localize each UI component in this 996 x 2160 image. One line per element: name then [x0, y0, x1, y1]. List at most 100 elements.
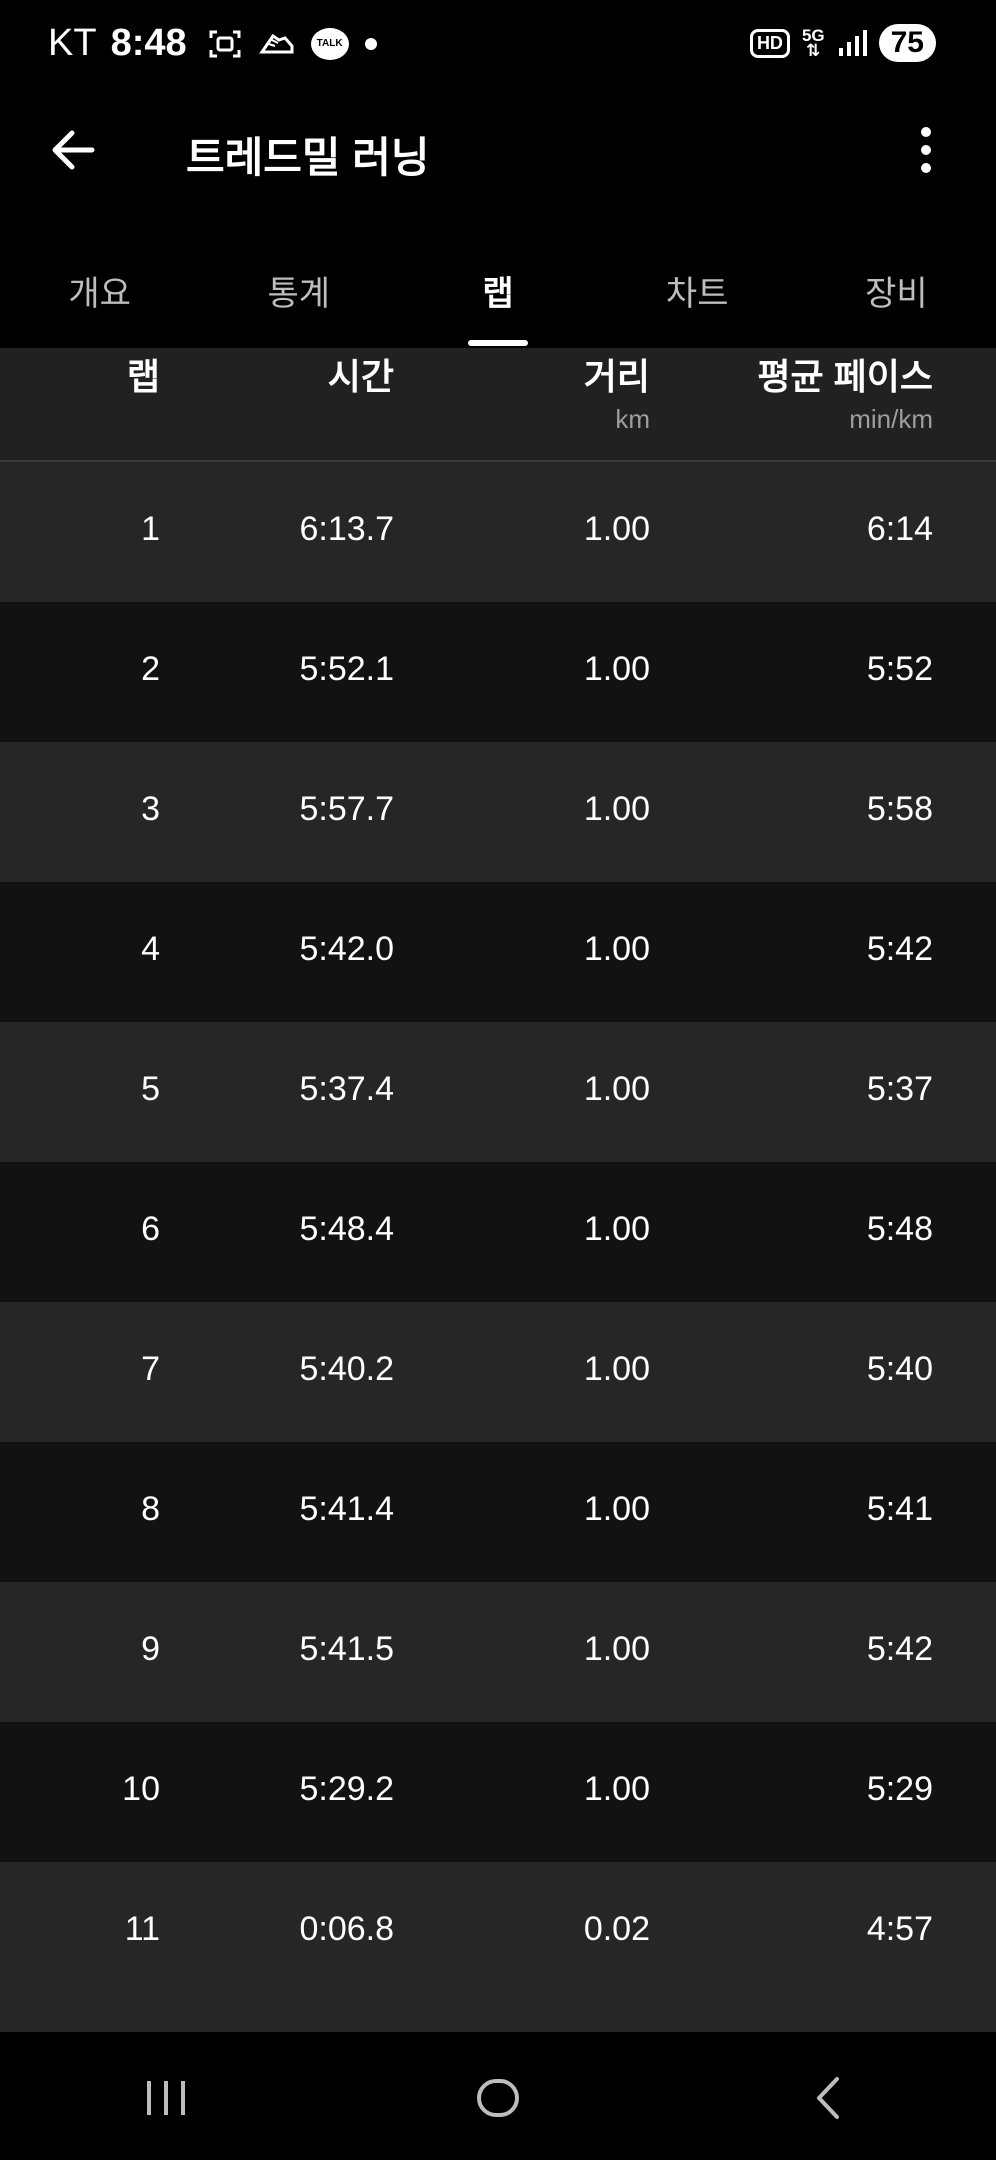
header-pace-unit: min/km: [849, 404, 933, 434]
home-icon: [477, 2078, 519, 2117]
table-row[interactable]: 8 5:41.4 1.00 5:41: [0, 1442, 996, 1582]
table-row[interactable]: 1 6:13.7 1.00 6:14: [0, 462, 996, 602]
recent-apps-button[interactable]: [116, 2058, 216, 2138]
signal-icon: [838, 30, 867, 56]
table-header: 랩 시간 거리 km 평균 페이스 min/km: [0, 348, 996, 462]
lap-distance: 1.00: [583, 1210, 650, 1248]
table-row[interactable]: 3 5:57.7 1.00 5:58: [0, 742, 996, 882]
header-time: 시간: [328, 348, 394, 400]
table-row[interactable]: 4 5:42.0 1.00 5:42: [0, 882, 996, 1022]
lap-number: 2: [141, 650, 160, 688]
lap-distance: 1.00: [583, 510, 650, 548]
lap-pace: 5:58: [866, 790, 933, 828]
tab-chart[interactable]: 차트: [598, 246, 797, 346]
header-distance-label: 거리: [583, 356, 650, 397]
lap-time: 5:41.4: [299, 1490, 394, 1528]
lap-number: 6: [141, 1210, 160, 1248]
lap-distance: 1.00: [583, 930, 650, 968]
lap-time: 0:06.8: [299, 1910, 394, 1948]
app-bar: 트레드밀 러닝: [0, 96, 996, 206]
table-row[interactable]: 10 5:29.2 1.00 5:29: [0, 1722, 996, 1862]
table-row[interactable]: 2 5:52.1 1.00 5:52: [0, 602, 996, 742]
status-left: KT 8:48 TALK: [48, 22, 377, 65]
back-button[interactable]: [44, 120, 104, 180]
carrier-label: KT: [48, 22, 97, 64]
talk-icon: TALK: [310, 27, 349, 60]
lap-pace: 5:37: [866, 1070, 933, 1108]
header-lap: 랩: [127, 348, 160, 400]
arrow-left-icon: [52, 130, 95, 170]
more-options-button[interactable]: [896, 120, 956, 180]
system-back-button[interactable]: [780, 2058, 880, 2138]
lap-distance: 1.00: [583, 1490, 650, 1528]
tab-laps[interactable]: 랩: [398, 246, 597, 346]
table-row[interactable]: 6 5:48.4 1.00 5:48: [0, 1162, 996, 1302]
lap-number: 3: [141, 790, 160, 828]
lap-distance: 0.02: [583, 1910, 650, 1948]
lap-pace: 5:42: [866, 1630, 933, 1668]
tab-overview[interactable]: 개요: [0, 246, 199, 346]
status-bar: KT 8:48 TALK HD 5G ⇅ 75: [0, 0, 996, 96]
tab-stats[interactable]: 통계: [199, 246, 398, 346]
hd-voice-icon: HD: [749, 28, 790, 58]
clock: 8:48: [110, 22, 187, 64]
lap-distance: 1.00: [583, 650, 650, 688]
tab-gear[interactable]: 장비: [797, 246, 996, 346]
lap-time: 5:40.2: [299, 1350, 394, 1388]
lap-distance: 1.00: [583, 1070, 650, 1108]
table-row[interactable]: 9 5:41.5 1.00 5:42: [0, 1582, 996, 1722]
lap-time: 5:37.4: [299, 1070, 394, 1108]
lap-pace: 6:14: [866, 510, 933, 548]
screenshot-icon: [209, 30, 241, 57]
network-5g-icon: 5G ⇅: [801, 26, 825, 60]
lap-pace: 5:41: [866, 1490, 933, 1528]
lap-time: 5:29.2: [299, 1770, 394, 1808]
lap-pace: 5:52: [866, 650, 933, 688]
page-title: 트레드밀 러닝: [186, 134, 430, 181]
lap-time: 6:13.7: [299, 510, 394, 548]
table-footer-spacer: [0, 2002, 996, 2032]
more-notifications-dot-icon: [364, 37, 377, 50]
notification-icons: TALK: [207, 26, 377, 62]
lap-pace: 4:57: [866, 1910, 933, 1948]
lap-distance: 1.00: [583, 790, 650, 828]
more-vertical-icon: [921, 127, 931, 137]
table-row[interactable]: 5 5:37.4 1.00 5:37: [0, 1022, 996, 1162]
lap-number: 1: [141, 510, 160, 548]
lap-pace: 5:42: [866, 930, 933, 968]
lap-distance: 1.00: [583, 1770, 650, 1808]
battery-icon: 75: [878, 24, 936, 62]
header-pace: 평균 페이스 min/km: [757, 348, 933, 435]
laps-table: 랩 시간 거리 km 평균 페이스 min/km 1 6:13.7 1.00 6…: [0, 348, 996, 2032]
lap-pace: 5:40: [866, 1350, 933, 1388]
lap-pace: 5:29: [866, 1770, 933, 1808]
system-nav-bar: [0, 2035, 996, 2160]
lap-time: 5:57.7: [299, 790, 394, 828]
table-row[interactable]: 11 0:06.8 0.02 4:57: [0, 1862, 996, 2002]
lap-number: 9: [141, 1630, 160, 1668]
home-button[interactable]: [448, 2058, 548, 2138]
tab-bar: 개요 통계 랩 차트 장비: [0, 246, 996, 346]
header-lap-label: 랩: [126, 356, 160, 397]
table-row[interactable]: 7 5:40.2 1.00 5:40: [0, 1302, 996, 1442]
lap-number: 11: [124, 1910, 160, 1948]
lap-number: 4: [141, 930, 160, 968]
lap-time: 5:42.0: [299, 930, 394, 968]
lap-time: 5:41.5: [299, 1630, 394, 1668]
lap-number: 7: [141, 1350, 160, 1388]
recent-apps-icon: [147, 2080, 185, 2115]
lap-number: 8: [141, 1490, 160, 1528]
header-distance-unit: km: [615, 404, 650, 434]
network-label: 5G: [801, 26, 825, 45]
lap-pace: 5:48: [866, 1210, 933, 1248]
header-distance: 거리 km: [584, 348, 650, 435]
header-time-label: 시간: [327, 356, 394, 397]
header-pace-label: 평균 페이스: [757, 356, 933, 397]
lap-time: 5:48.4: [299, 1210, 394, 1248]
lap-time: 5:52.1: [299, 650, 394, 688]
shoe-icon: [258, 33, 294, 53]
chevron-left-icon: [817, 2076, 839, 2119]
lap-distance: 1.00: [583, 1350, 650, 1388]
table-body: 1 6:13.7 1.00 6:14 2 5:52.1 1.00 5:52 3 …: [0, 462, 996, 2032]
lap-distance: 1.00: [583, 1630, 650, 1668]
